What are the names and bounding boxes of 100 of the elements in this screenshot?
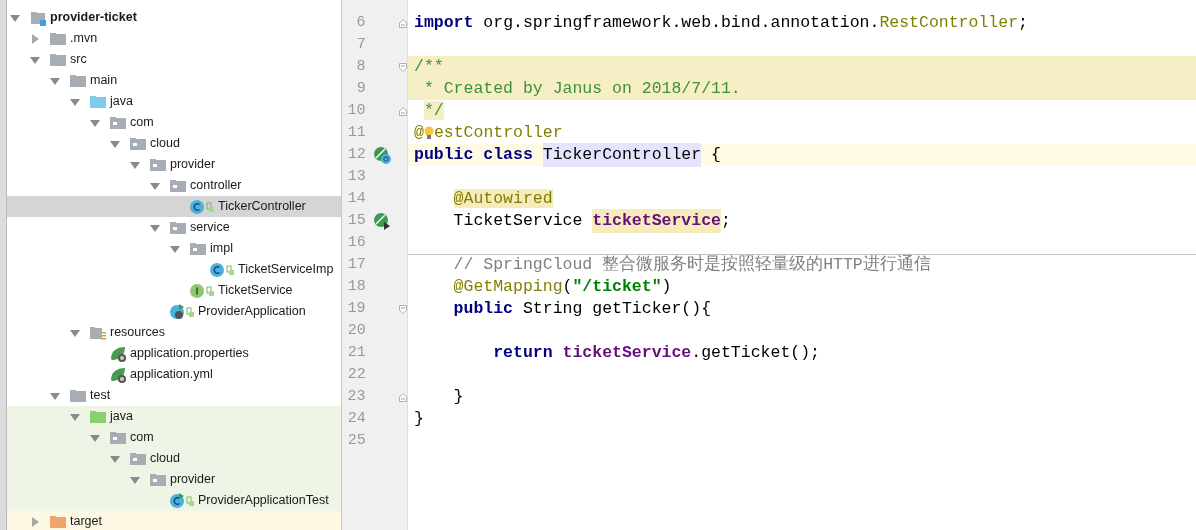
line-number: 25 [346, 430, 366, 451]
tree-item-label: java [110, 93, 133, 111]
collapse-arrow-icon[interactable] [10, 12, 20, 23]
expand-arrow-icon[interactable] [30, 516, 40, 527]
tree-row[interactable]: impl [7, 238, 341, 259]
tree-item-label: java [110, 408, 133, 426]
code-line: * Created by Janus on 2018/7/11. [422, 77, 741, 100]
tree-row[interactable]: .mvn [7, 28, 341, 49]
code-line: @GetMapping("/ticket") [452, 275, 672, 298]
expand-arrow-icon[interactable] [30, 33, 40, 44]
tree-item-label: provider [170, 471, 216, 489]
collapse-arrow-icon[interactable] [170, 243, 180, 254]
tree-row[interactable]: provider-ticket [7, 7, 341, 28]
tree-row[interactable]: TicketService [7, 280, 341, 301]
collapse-arrow-icon[interactable] [90, 432, 100, 443]
tree-item-label: test [90, 387, 111, 405]
collapse-arrow-icon[interactable] [110, 453, 120, 464]
tree-row[interactable]: TicketServiceImp [7, 259, 341, 280]
line-number: 8 [355, 56, 366, 77]
tree-item-label: resources [110, 324, 165, 342]
line-number: 19 [346, 298, 366, 319]
line-number: 13 [346, 166, 366, 187]
tree-item-label: service [190, 219, 230, 237]
tree-row[interactable]: resources [7, 322, 341, 343]
code-line: } [452, 385, 464, 408]
line-number: 9 [355, 78, 366, 99]
tree-item-label: main [90, 72, 118, 90]
tree-item-label: application.yml [130, 366, 213, 384]
tree-row[interactable]: java [7, 406, 341, 427]
tree-row[interactable]: provider [7, 469, 341, 490]
tree-row[interactable]: test [7, 385, 341, 406]
line-number: 15 [346, 210, 366, 231]
lightbulb-icon[interactable] [423, 125, 434, 141]
bean-class-icon[interactable] [373, 146, 392, 164]
code-line: public String getTicker(){ [452, 297, 712, 320]
tree-row[interactable]: application.properties [7, 343, 341, 364]
line-number: 12 [346, 144, 366, 165]
line-number: 6 [355, 12, 366, 33]
tree-item-label: TicketServiceImp [238, 261, 334, 279]
tree-row[interactable]: com [7, 427, 341, 448]
tree-row[interactable]: provider [7, 154, 341, 175]
code-line: return ticketService.getTicket(); [492, 341, 820, 364]
collapse-arrow-icon[interactable] [50, 75, 60, 86]
bean-injection-icon[interactable] [373, 212, 392, 230]
line-number: 23 [346, 386, 366, 407]
tree-item-label: TickerController [218, 198, 306, 216]
collapse-arrow-icon[interactable] [130, 159, 140, 170]
collapse-arrow-icon[interactable] [70, 96, 80, 107]
collapse-arrow-icon[interactable] [50, 390, 60, 401]
tree-item-label: impl [210, 240, 233, 258]
tree-item-label: provider-ticket [50, 9, 137, 27]
tree-row[interactable]: cloud [7, 133, 341, 154]
tree-row[interactable]: target [7, 511, 341, 530]
collapse-arrow-icon[interactable] [130, 474, 140, 485]
code-line: TicketService ticketService; [414, 208, 731, 234]
tree-item-label: application.properties [130, 345, 249, 363]
fold-marker-icon[interactable] [399, 392, 407, 402]
line-number: 7 [355, 34, 366, 55]
line-number: 20 [346, 320, 366, 341]
tree-item-label: cloud [150, 450, 180, 468]
line-number: 17 [346, 254, 366, 275]
tree-row[interactable]: ProviderApplication [7, 301, 341, 322]
fold-marker-icon[interactable] [399, 62, 407, 72]
tree-item-label: com [130, 429, 154, 447]
tree-item-label: target [70, 513, 102, 530]
collapse-arrow-icon[interactable] [90, 117, 100, 128]
collapse-arrow-icon[interactable] [30, 54, 40, 65]
tree-row[interactable]: service [7, 217, 341, 238]
code-line: /** [414, 55, 444, 78]
collapse-arrow-icon[interactable] [150, 180, 160, 191]
code-line: @ estController [414, 121, 563, 144]
tree-row[interactable]: cloud [7, 448, 341, 469]
tree-row[interactable]: com [7, 112, 341, 133]
fold-marker-icon[interactable] [399, 304, 407, 314]
tree-item-label: controller [190, 177, 242, 195]
tree-row[interactable]: src [7, 49, 341, 70]
code-line: // SpringCloud 整合微服务时是按照轻量级的HTTP进行通信 [452, 254, 931, 277]
fold-marker-icon[interactable] [399, 106, 407, 116]
collapse-arrow-icon[interactable] [110, 138, 120, 149]
line-number: 22 [346, 364, 366, 385]
tree-row[interactable]: java [7, 91, 341, 112]
collapse-arrow-icon[interactable] [70, 411, 80, 422]
tree-item-label: com [130, 114, 154, 132]
tree-item-label: src [70, 51, 87, 69]
collapse-arrow-icon[interactable] [70, 327, 80, 338]
line-number: 18 [346, 276, 366, 297]
tree-item-label: .mvn [70, 30, 98, 48]
collapse-arrow-icon[interactable] [150, 222, 160, 233]
line-number: 21 [346, 342, 366, 363]
fold-marker-icon[interactable] [399, 18, 407, 28]
tree-item-label: ProviderApplicationTest [198, 492, 329, 510]
tree-item-label: ProviderApplication [198, 303, 306, 321]
code-line: } [414, 407, 424, 430]
tree-row[interactable]: main [7, 70, 341, 91]
tree-row[interactable]: ProviderApplicationTest [7, 490, 341, 511]
tree-row[interactable]: controller [7, 175, 341, 196]
tree-row[interactable]: application.yml [7, 364, 341, 385]
line-number: 11 [346, 122, 366, 143]
tree-row[interactable]: TickerController [7, 196, 341, 217]
code-line: import org.springframework.web.bind.annotation.RestController; [414, 11, 1028, 34]
